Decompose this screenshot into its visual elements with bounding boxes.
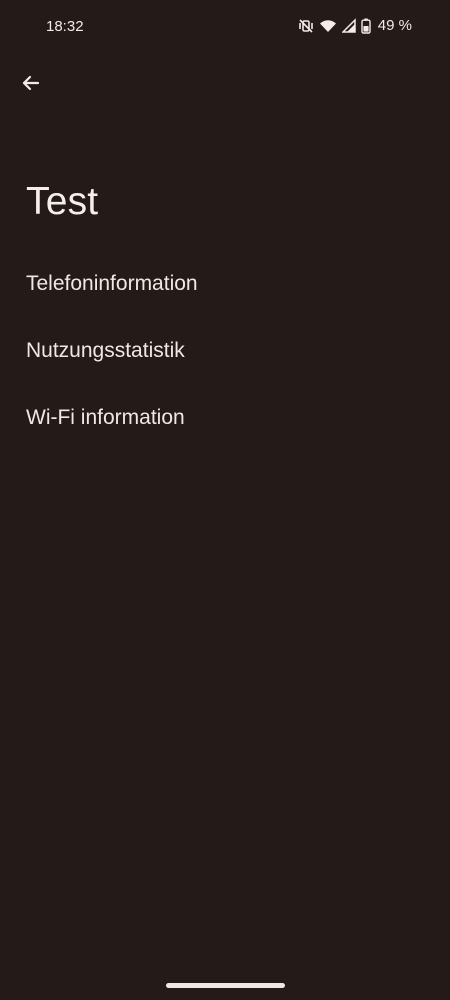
status-icons: 49 %	[298, 17, 412, 34]
vibrate-off-icon	[298, 18, 314, 34]
settings-list: Telefoninformation Nutzungsstatistik Wi-…	[0, 250, 450, 451]
menu-item-nutzungsstatistik[interactable]: Nutzungsstatistik	[0, 317, 450, 384]
battery-icon	[361, 18, 371, 34]
back-button[interactable]	[12, 66, 50, 104]
wifi-icon	[319, 18, 337, 34]
home-indicator[interactable]	[166, 983, 285, 988]
menu-item-label: Wi-Fi information	[26, 405, 185, 429]
menu-item-wifi-information[interactable]: Wi-Fi information	[0, 384, 450, 451]
menu-item-label: Telefoninformation	[26, 271, 198, 295]
signal-icon	[341, 18, 356, 33]
menu-item-label: Nutzungsstatistik	[26, 338, 185, 362]
arrow-left-icon	[20, 72, 42, 99]
status-time: 18:32	[46, 18, 84, 35]
status-bar: 18:32 49 %	[0, 0, 450, 56]
page-title: Test	[26, 180, 99, 223]
menu-item-telefoninformation[interactable]: Telefoninformation	[0, 250, 450, 317]
battery-percentage: 49 %	[377, 17, 412, 34]
